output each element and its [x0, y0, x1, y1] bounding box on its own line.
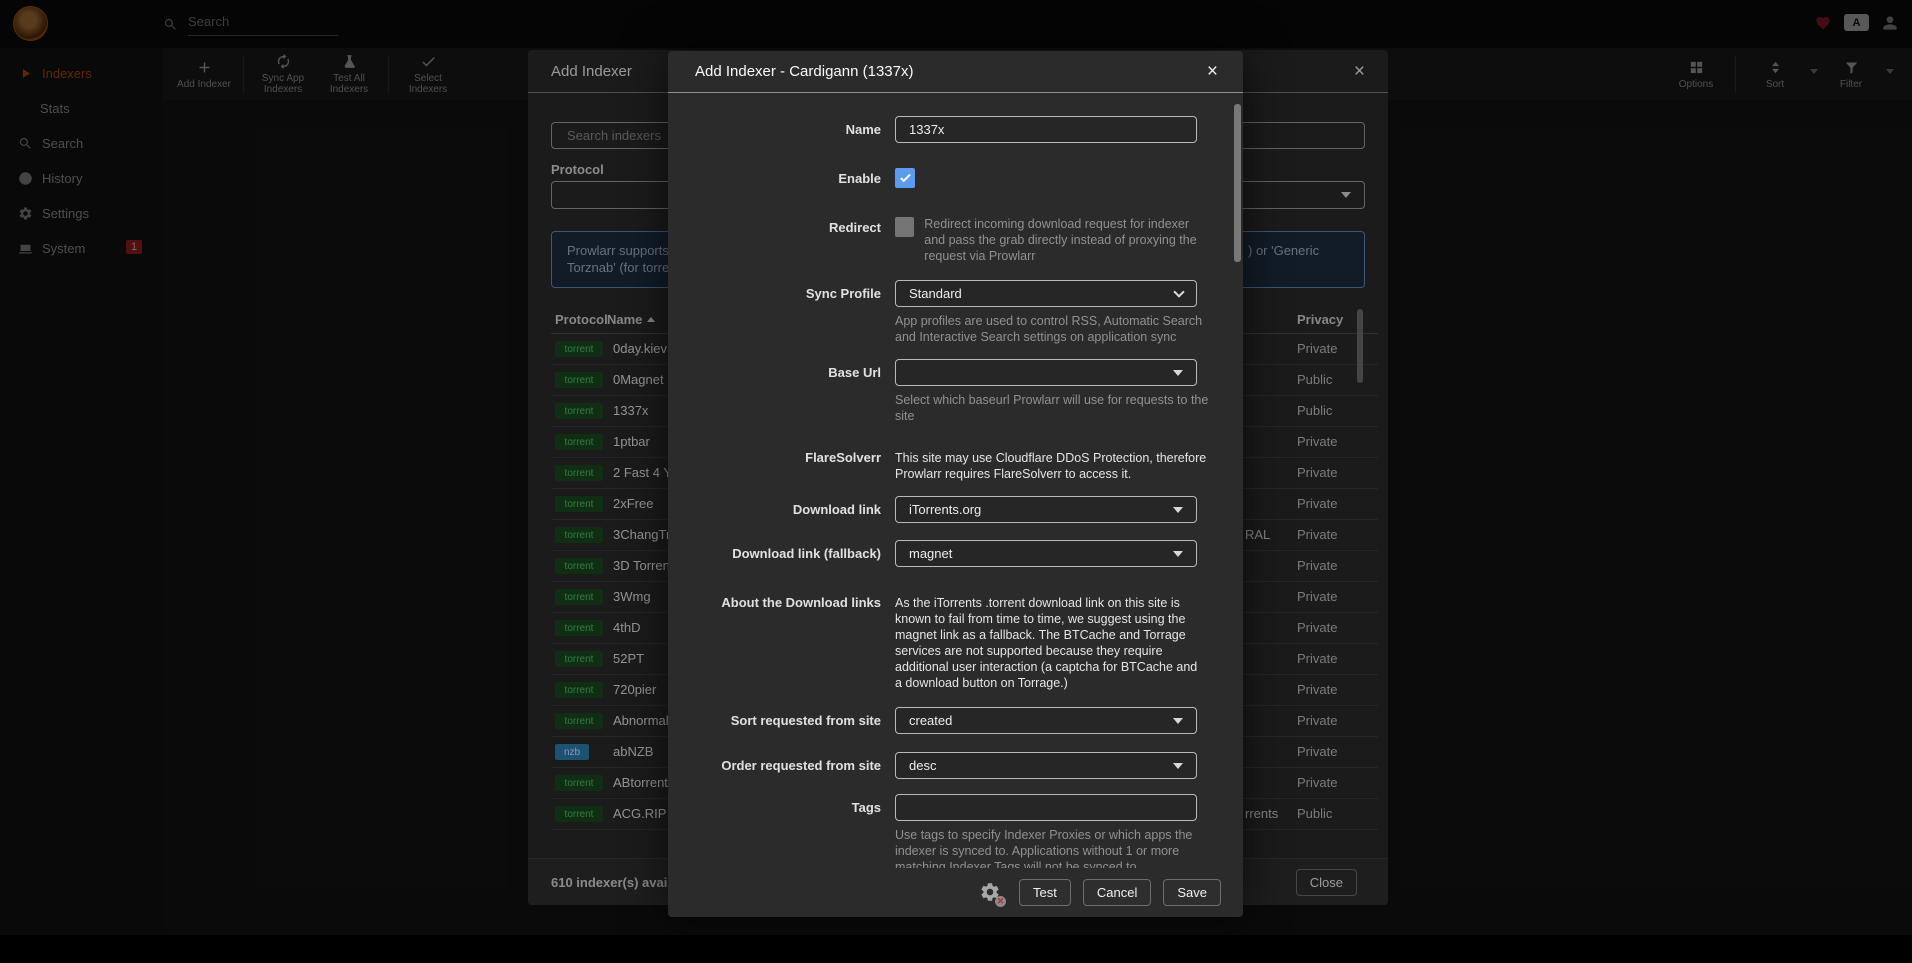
sort-requested-label: Sort requested from site	[695, 707, 895, 734]
download-link-fallback-select[interactable]: magnet	[895, 540, 1197, 567]
base-url-help: Select which baseurl Prowlarr will use f…	[895, 392, 1213, 424]
chevron-down-icon	[1173, 507, 1183, 513]
chevron-down-icon	[1173, 370, 1183, 376]
add-indexer-cardigann-modal: Add Indexer - Cardigann (1337x) × Name E…	[668, 51, 1243, 917]
order-requested-select[interactable]: desc	[895, 752, 1197, 779]
about-download-links-label: About the Download links	[695, 589, 895, 691]
sync-profile-select[interactable]: Standard	[895, 280, 1197, 307]
tags-label: Tags	[695, 794, 895, 868]
redirect-checkbox[interactable]	[895, 217, 914, 237]
enable-checkbox[interactable]	[895, 168, 915, 188]
select-value: iTorrents.org	[909, 502, 981, 517]
download-link-select[interactable]: iTorrents.org	[895, 496, 1197, 523]
close-icon[interactable]: ×	[1207, 62, 1218, 81]
advanced-settings-toggle[interactable]: ✕	[979, 881, 1003, 905]
advanced-x-badge: ✕	[995, 896, 1006, 907]
check-icon	[900, 172, 911, 183]
about-download-links-text: As the iTorrents .torrent download link …	[895, 589, 1207, 691]
modal-footer: ✕ Test Cancel Save	[668, 868, 1243, 917]
download-link-label: Download link	[695, 496, 895, 523]
tags-help: Use tags to specify Indexer Proxies or w…	[895, 827, 1213, 868]
modal-title: Add Indexer - Cardigann (1337x)	[695, 63, 913, 80]
download-link-fallback-label: Download link (fallback)	[695, 540, 895, 567]
test-button[interactable]: Test	[1019, 879, 1071, 906]
chevron-down-icon	[1173, 286, 1184, 297]
select-value: magnet	[909, 546, 952, 561]
redirect-label: Redirect	[695, 214, 895, 264]
enable-label: Enable	[695, 165, 895, 188]
modal-scrollbar-thumb[interactable]	[1234, 104, 1241, 262]
sync-profile-label: Sync Profile	[695, 280, 895, 345]
flaresolverr-text: This site may use Cloudflare DDoS Protec…	[895, 444, 1207, 482]
sort-requested-select[interactable]: created	[895, 707, 1197, 734]
select-value: desc	[909, 758, 936, 773]
order-requested-label: Order requested from site	[695, 752, 895, 779]
sync-profile-help: App profiles are used to control RSS, Au…	[895, 313, 1213, 345]
select-value: created	[909, 713, 952, 728]
base-url-select[interactable]	[895, 359, 1197, 386]
tags-input[interactable]	[895, 794, 1197, 821]
chevron-down-icon	[1173, 763, 1183, 769]
redirect-help: Redirect incoming download request for i…	[924, 216, 1197, 264]
base-url-label: Base Url	[695, 359, 895, 424]
name-label: Name	[695, 116, 895, 143]
select-value: Standard	[909, 286, 962, 301]
modal-body: Name Enable Redirect Redirect incoming d…	[668, 93, 1243, 868]
chevron-down-icon	[1173, 551, 1183, 557]
cancel-button[interactable]: Cancel	[1083, 879, 1151, 906]
save-button[interactable]: Save	[1163, 879, 1221, 906]
name-input[interactable]	[895, 116, 1197, 143]
chevron-down-icon	[1173, 718, 1183, 724]
flaresolverr-label: FlareSolverr	[695, 444, 895, 482]
modal-header: Add Indexer - Cardigann (1337x) ×	[668, 51, 1243, 93]
